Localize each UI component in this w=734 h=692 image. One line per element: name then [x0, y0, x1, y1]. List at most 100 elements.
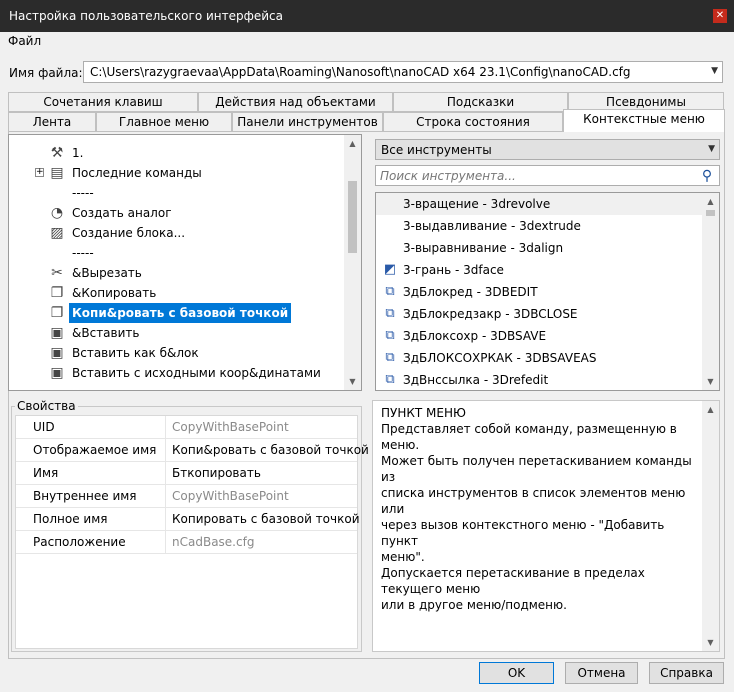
file-name-combo[interactable]: C:\Users\razygraevaa\AppData\Roaming\Nan… — [83, 61, 723, 83]
scroll-thumb[interactable] — [348, 181, 357, 253]
property-row[interactable]: UID CopyWithBasePoint — [16, 416, 357, 439]
tab-toolbars[interactable]: Панели инструментов — [232, 112, 383, 132]
face-icon: ◩ — [383, 262, 397, 277]
block-save-icon: ⧉ — [385, 328, 395, 343]
tab-context-menus[interactable]: Контекстные меню — [563, 109, 725, 132]
property-value: CopyWithBasePoint — [172, 489, 289, 503]
tree-item-label: ----- — [72, 246, 94, 260]
paste-coords-icon: ▣ — [50, 365, 64, 381]
commands-icon: ▤ — [50, 165, 64, 181]
scroll-down-icon[interactable]: ▼ — [702, 373, 719, 390]
tree-item-label: Последние команды — [72, 166, 202, 180]
tab-main-menu[interactable]: Главное меню — [96, 112, 232, 132]
file-name-label: Имя файла: — [9, 66, 83, 80]
description-panel: ПУНКТ МЕНЮ Представляет собой команду, р… — [372, 400, 720, 652]
tool-label: 3-выравнивание - 3dalign — [403, 241, 564, 255]
tree-item-label: Создать аналог — [72, 206, 172, 220]
list-item[interactable]: ⧉ ЗдБлоксохр - 3DBSAVE — [376, 325, 702, 347]
list-item[interactable]: 3-вращение - 3drevolve — [376, 193, 702, 215]
binoculars-icon[interactable]: ⚲ — [698, 167, 716, 185]
property-row[interactable]: Имя Бткопировать — [16, 462, 357, 485]
cancel-button[interactable]: Отмена — [565, 662, 638, 684]
scroll-up-icon[interactable]: ▲ — [702, 401, 719, 418]
paste-icon: ▣ — [50, 325, 64, 341]
tool-label: ЗдБлоксохр - 3DBSAVE — [403, 329, 547, 343]
scroll-thumb[interactable] — [706, 210, 715, 216]
tool-search-input[interactable]: Поиск инструмента... ⚲ — [375, 165, 720, 186]
tools-scrollbar[interactable]: ▲ ▼ — [702, 193, 719, 390]
scroll-down-icon[interactable]: ▼ — [702, 634, 719, 651]
tab-ribbon[interactable]: Лента — [8, 112, 96, 132]
tab-status-bar[interactable]: Строка состояния — [383, 112, 563, 132]
description-scrollbar[interactable]: ▲ ▼ — [702, 401, 719, 651]
description-line: или в другое меню/подменю. — [381, 598, 567, 612]
help-button[interactable]: Справка — [649, 662, 724, 684]
list-item[interactable]: 3-выравнивание - 3dalign — [376, 237, 702, 259]
property-row[interactable]: Полное имя Копировать с базовой точкой — [16, 508, 360, 531]
tab-object-actions[interactable]: Действия над объектами — [198, 92, 393, 112]
menu-file[interactable]: Файл — [8, 34, 41, 48]
tools-filter-combo[interactable]: Все инструменты ▼ — [375, 139, 720, 160]
chevron-down-icon[interactable]: ▼ — [708, 144, 715, 154]
menu-tree[interactable]: ⚒ 1. + ▤ Последние команды ----- ◔ Созда… — [8, 134, 362, 391]
paste-block-icon: ▣ — [50, 345, 64, 361]
description-line: списка инструментов в список элементов м… — [381, 486, 686, 516]
property-key: Расположение — [16, 531, 166, 554]
property-value[interactable]: Бткопировать — [172, 462, 261, 484]
window-title: Настройка пользовательского интерфейса — [9, 9, 284, 23]
tools-filter-value: Все инструменты — [381, 143, 492, 157]
expand-icon[interactable]: + — [35, 168, 44, 177]
block-icon: ▨ — [50, 225, 64, 241]
scroll-up-icon[interactable]: ▲ — [344, 135, 361, 152]
tool-label: ЗдБЛОКСОХРКАК - 3DBSAVEAS — [403, 351, 597, 365]
tab-tooltips[interactable]: Подсказки — [393, 92, 568, 112]
close-icon: ✕ — [715, 10, 725, 21]
tool-label: ЗдВнссылка - 3Drefedit — [403, 373, 549, 387]
property-row[interactable]: Внутреннее имя CopyWithBasePoint — [16, 485, 357, 508]
tree-item-label: Копи&ровать с базовой точкой — [69, 303, 292, 323]
properties-title: Свойства — [15, 399, 78, 413]
close-button[interactable]: ✕ — [713, 9, 727, 23]
tree-item-label: &Копировать — [72, 286, 157, 300]
block-close-icon: ⧉ — [385, 306, 395, 321]
tool-label: 3-грань - 3dface — [403, 263, 504, 277]
description-line: Может быть получен перетаскиванием коман… — [381, 454, 692, 484]
property-value: nCadBase.cfg — [172, 535, 255, 549]
block-saveas-icon: ⧉ — [385, 350, 395, 365]
property-row[interactable]: Отображаемое имя Копи&ровать с базовой т… — [16, 439, 369, 462]
scroll-down-icon[interactable]: ▼ — [344, 373, 361, 390]
property-key: Полное имя — [16, 508, 166, 531]
tree-item-label: 1. — [72, 146, 84, 160]
tree-scrollbar[interactable]: ▲ ▼ — [344, 135, 361, 390]
tool-label: ЗдБлокредзакр - 3DBCLOSE — [403, 307, 578, 321]
block-edit-icon: ⧉ — [385, 284, 395, 299]
cut-icon: ✂ — [51, 265, 63, 281]
copy-icon: ❐ — [50, 285, 64, 301]
ok-button[interactable]: OK — [479, 662, 554, 684]
file-name-value: C:\Users\razygraevaa\AppData\Roaming\Nan… — [90, 65, 631, 79]
list-item[interactable]: 3-выдавливание - 3dextrude — [376, 215, 702, 237]
description-line: Представляет собой команду, размещенную … — [381, 422, 677, 452]
tree-item-label: ----- — [72, 186, 94, 200]
tree-item-label: Вставить как б&лок — [72, 346, 199, 360]
menu-bar: Файл — [0, 32, 734, 52]
description-line: через вызов контекстного меню - "Добавит… — [381, 518, 665, 548]
chevron-down-icon[interactable]: ▼ — [711, 66, 718, 76]
hammer-icon: ⚒ — [50, 145, 64, 161]
property-value[interactable]: Копи&ровать с базовой точкой — [172, 439, 369, 461]
list-item[interactable]: ⧉ ЗдБлокред - 3DBEDIT — [376, 281, 702, 303]
list-item[interactable]: ⧉ ЗдБлокредзакр - 3DBCLOSE — [376, 303, 702, 325]
list-item[interactable]: ⧉ ЗдБЛОКСОХРКАК - 3DBSAVEAS — [376, 347, 702, 369]
property-value[interactable]: Копировать с базовой точкой — [172, 508, 360, 530]
description-line: Допускается перетаскивание в пределах те… — [381, 566, 645, 596]
property-row[interactable]: Расположение nCadBase.cfg — [16, 531, 357, 554]
list-item[interactable]: ◩ 3-грань - 3dface — [376, 259, 702, 281]
scroll-up-icon[interactable]: ▲ — [702, 193, 719, 210]
tools-list[interactable]: 3-вращение - 3drevolve 3-выдавливание - … — [375, 192, 720, 391]
description-line: меню". — [381, 550, 425, 564]
properties-grid[interactable]: UID CopyWithBasePoint Отображаемое имя К… — [15, 415, 369, 649]
tab-shortcuts[interactable]: Сочетания клавиш — [8, 92, 198, 112]
list-item[interactable]: ⧉ ЗдВнссылка - 3Drefedit — [376, 369, 702, 390]
property-key: Отображаемое имя — [16, 439, 166, 462]
tree-item-label: &Вставить — [72, 326, 140, 340]
